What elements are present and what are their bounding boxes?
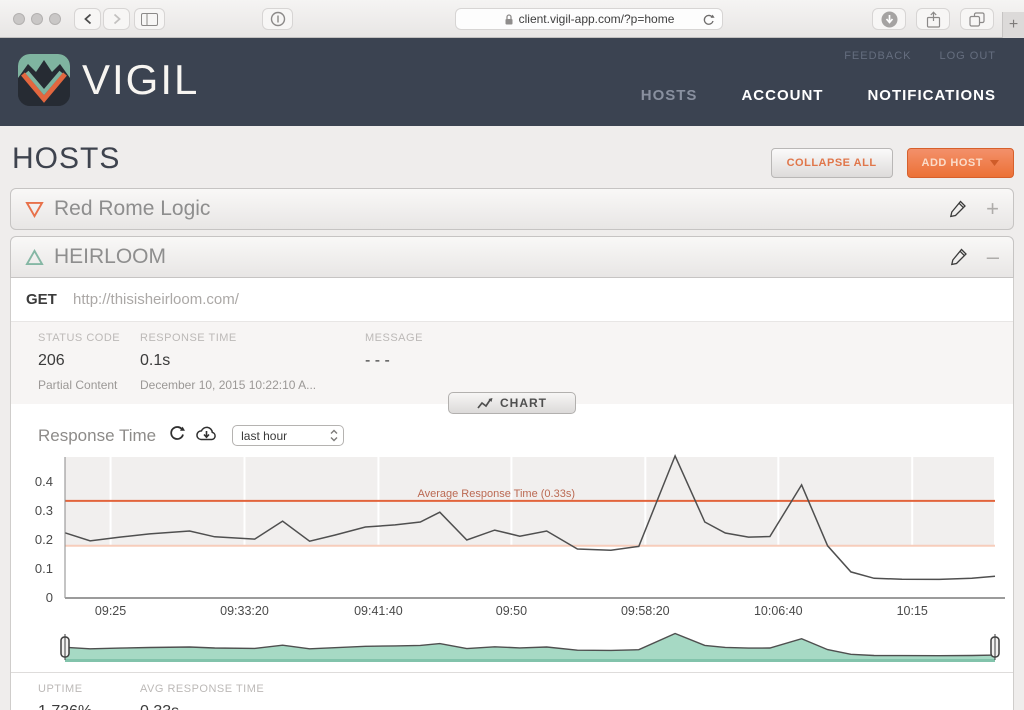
navigator-handle[interactable]: [991, 634, 999, 660]
time-range-select[interactable]: last hour: [232, 425, 344, 446]
reload-icon: [702, 13, 715, 27]
uptime-label: UPTIME: [38, 683, 140, 695]
tabs-overview-button[interactable]: [960, 8, 994, 30]
svg-text:09:33:20: 09:33:20: [220, 604, 269, 618]
add-host-button[interactable]: ADD HOST: [907, 148, 1014, 178]
svg-text:09:50: 09:50: [496, 604, 527, 618]
uptime-value: 1.736%: [38, 703, 140, 710]
forward-button[interactable]: [103, 8, 130, 30]
vigil-logo-icon: [18, 54, 70, 106]
pencil-icon: [948, 199, 968, 219]
message-value: - - -: [365, 352, 1013, 370]
svg-text:0.1: 0.1: [35, 561, 53, 576]
extension-icon: [270, 11, 286, 27]
svg-text:0.2: 0.2: [35, 532, 53, 547]
address-bar[interactable]: client.vigil-app.com/?p=home: [455, 8, 723, 30]
status-text: Partial Content: [38, 378, 140, 404]
svg-text:0.4: 0.4: [35, 474, 53, 489]
tabs-icon: [969, 12, 985, 27]
avg-response-time-label: AVG RESPONSE TIME: [140, 683, 365, 695]
download-icon: [881, 11, 898, 28]
response-time-value: 0.1s: [140, 352, 365, 370]
host-name: HEIRLOOM: [54, 245, 166, 269]
back-button[interactable]: [74, 8, 101, 30]
edit-host-button[interactable]: [949, 247, 969, 267]
share-button[interactable]: [916, 8, 950, 30]
reload-button[interactable]: [702, 13, 715, 30]
nav-link-notifications[interactable]: NOTIFICATIONS: [867, 87, 996, 104]
caret-down-icon: [990, 160, 999, 166]
share-icon: [926, 11, 941, 28]
export-button[interactable]: [195, 425, 219, 447]
response-time-label: RESPONSE TIME: [140, 332, 365, 344]
host-panel-body: GET http://thisisheirloom.com/ STATUS CO…: [10, 278, 1014, 710]
triangle-up-icon: [25, 249, 44, 266]
lock-icon: [504, 13, 514, 26]
cloud-download-icon: [195, 425, 219, 442]
sidebar-toggle-button[interactable]: [134, 8, 165, 30]
nav-link-account[interactable]: ACCOUNT: [741, 87, 823, 104]
avg-response-time-value: 0.33s: [140, 703, 365, 710]
refresh-button[interactable]: [168, 424, 186, 447]
host-panel-heirloom[interactable]: HEIRLOOM –: [10, 236, 1014, 278]
window-zoom-button[interactable]: [49, 13, 61, 25]
chart-button-label: CHART: [500, 396, 547, 410]
feedback-link[interactable]: FEEDBACK: [844, 50, 911, 62]
svg-text:10:06:40: 10:06:40: [754, 604, 803, 618]
response-time-chart[interactable]: Average Response Time (0.33s) 0 0.1 0.2 0.3 0…: [11, 449, 1013, 624]
logout-link[interactable]: LOG OUT: [939, 50, 996, 62]
time-range-value: last hour: [241, 429, 287, 443]
collapse-host-button[interactable]: –: [987, 246, 999, 268]
svg-text:Average Response Time (0.33s): Average Response Time (0.33s): [417, 488, 575, 500]
chart-range-navigator[interactable]: [11, 626, 1013, 672]
app-navbar: VIGIL FEEDBACK LOG OUT HOSTS ACCOUNT NOT…: [0, 38, 1024, 126]
new-tab-label: +: [1009, 16, 1018, 34]
host-panel-red-rome-logic[interactable]: Red Rome Logic +: [10, 188, 1014, 230]
nav-link-hosts[interactable]: HOSTS: [641, 87, 698, 104]
select-stepper-icon: [330, 429, 338, 442]
message-label: MESSAGE: [365, 332, 1013, 344]
status-code-value: 206: [38, 352, 140, 370]
sidebar-icon: [141, 13, 158, 26]
chevron-left-icon: [83, 13, 93, 25]
add-host-label: ADD HOST: [922, 157, 983, 169]
window-close-button[interactable]: [13, 13, 25, 25]
svg-text:0.3: 0.3: [35, 503, 53, 518]
triangle-down-icon: [25, 201, 44, 218]
request-url: http://thisisheirloom.com/: [73, 291, 239, 308]
pencil-icon: [949, 247, 969, 267]
new-tab-button[interactable]: +: [1002, 12, 1024, 38]
address-bar-url: client.vigil-app.com/?p=home: [519, 12, 675, 26]
request-method: GET: [26, 291, 57, 308]
svg-text:0: 0: [46, 590, 53, 605]
downloads-button[interactable]: [872, 8, 906, 30]
checked-at-timestamp: December 10, 2015 10:22:10 A...: [140, 378, 365, 404]
page-title: HOSTS: [12, 142, 120, 176]
status-code-label: STATUS CODE: [38, 332, 140, 344]
svg-text:09:25: 09:25: [95, 604, 126, 618]
collapse-all-button[interactable]: COLLAPSE ALL: [771, 148, 893, 178]
refresh-icon: [168, 424, 186, 442]
navigator-handle[interactable]: [61, 634, 69, 660]
browser-chrome: client.vigil-app.com/?p=home +: [0, 0, 1024, 38]
app-logo[interactable]: VIGIL: [18, 54, 199, 106]
chart-title: Response Time: [38, 426, 156, 446]
window-minimize-button[interactable]: [31, 13, 43, 25]
line-chart-icon: [477, 397, 493, 410]
svg-text:09:41:40: 09:41:40: [354, 604, 403, 618]
chevron-right-icon: [112, 13, 122, 25]
expand-host-button[interactable]: +: [986, 198, 999, 220]
host-name: Red Rome Logic: [54, 197, 210, 221]
extension-button[interactable]: [262, 8, 293, 30]
brand-name: VIGIL: [82, 56, 199, 104]
chart-toggle-button[interactable]: CHART: [448, 392, 576, 414]
svg-text:09:58:20: 09:58:20: [621, 604, 670, 618]
edit-host-button[interactable]: [948, 199, 968, 219]
svg-text:10:15: 10:15: [897, 604, 928, 618]
